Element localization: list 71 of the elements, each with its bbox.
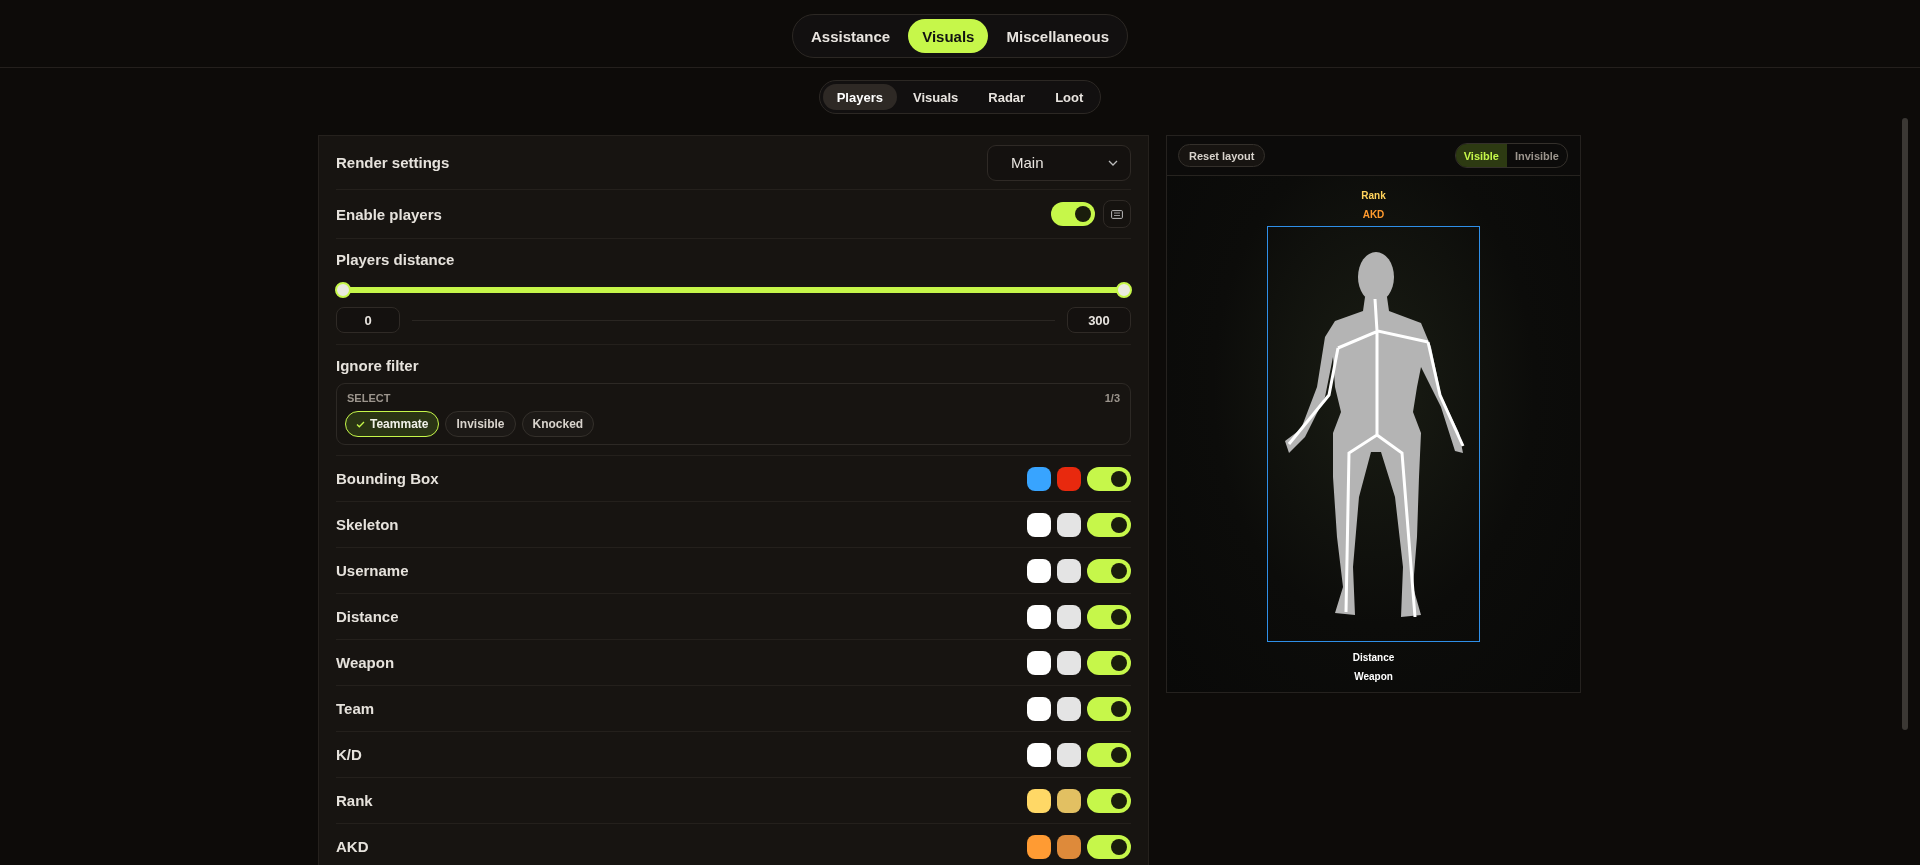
min-value-field[interactable]: 0 (336, 307, 400, 333)
chevron-down-icon (1108, 159, 1118, 166)
preview-label: Distance (1352, 651, 1395, 665)
select-caption: SELECT (347, 392, 391, 404)
max-value-field[interactable]: 300 (1067, 307, 1131, 333)
setting-label: Weapon (336, 654, 395, 671)
setting-label: Enable players (336, 205, 442, 223)
color-swatch[interactable] (1027, 558, 1051, 583)
toggle-switch[interactable] (1087, 696, 1131, 721)
preview-label: Rank (1361, 189, 1386, 203)
color-swatch[interactable] (1027, 650, 1051, 675)
setting-label: Bounding Box (336, 470, 439, 487)
scrollbar-thumb[interactable] (1902, 118, 1908, 730)
render-dropdown[interactable]: Main (987, 144, 1131, 181)
toggle-switch[interactable] (1087, 788, 1131, 813)
toggle-switch[interactable] (1087, 512, 1131, 537)
color-swatch[interactable] (1027, 604, 1051, 629)
color-swatch[interactable] (1057, 788, 1081, 813)
toggle-switch[interactable] (1087, 466, 1131, 491)
toggle-switch[interactable] (1087, 834, 1131, 859)
toggle-switch[interactable] (1087, 604, 1131, 629)
color-swatch[interactable] (1027, 696, 1051, 721)
color-swatch[interactable] (1057, 742, 1081, 767)
setting-label: Distance (336, 608, 399, 625)
color-swatch[interactable] (1057, 558, 1081, 583)
setting-label: K/D (336, 746, 362, 763)
preview-label: AKD (1362, 208, 1385, 222)
color-swatch[interactable] (1027, 466, 1051, 491)
slider-thumb[interactable] (335, 282, 351, 298)
sub-tab[interactable]: Loot (1041, 84, 1098, 110)
keyboard-icon (1111, 209, 1123, 219)
color-swatch[interactable] (1057, 650, 1081, 675)
sub-tab[interactable]: Visuals (898, 84, 973, 110)
check-icon (356, 420, 365, 428)
setting-label: Team (336, 700, 375, 717)
main-tab[interactable]: Visuals (908, 19, 989, 53)
reset-layout-button[interactable]: Reset layout (1178, 144, 1266, 167)
setting-label: Ignore filter (336, 357, 419, 374)
sub-tab[interactable]: Players (822, 84, 897, 110)
setting-label: Username (336, 562, 409, 579)
main-tab[interactable]: Miscellaneous (992, 19, 1123, 53)
color-swatch[interactable] (1027, 788, 1051, 813)
mode-tab[interactable]: Visible (1455, 144, 1507, 167)
color-swatch[interactable] (1057, 512, 1081, 537)
color-swatch[interactable] (1057, 696, 1081, 721)
filter-chip[interactable]: Teammate (345, 411, 440, 437)
preview-label: Weapon (1354, 670, 1393, 684)
main-tab[interactable]: Assistance (797, 19, 905, 53)
color-swatch[interactable] (1057, 834, 1081, 859)
range-slider[interactable] (335, 282, 1132, 298)
setting-label: Players distance (336, 251, 455, 268)
setting-label: Render settings (336, 154, 450, 171)
sub-tab[interactable]: Radar (974, 84, 1040, 110)
color-swatch[interactable] (1027, 834, 1051, 859)
filter-chip[interactable]: Invisible (445, 411, 516, 437)
filter-chip[interactable]: Knocked (521, 411, 595, 437)
setting-label: Skeleton (336, 516, 399, 533)
color-swatch[interactable] (1057, 466, 1081, 491)
setting-label: Rank (336, 792, 373, 809)
setting-label: AKD (336, 838, 369, 855)
color-swatch[interactable] (1057, 604, 1081, 629)
toggle-switch[interactable] (1087, 650, 1131, 675)
selection-count: 1/3 (1104, 392, 1120, 404)
toggle-switch[interactable] (1051, 202, 1095, 226)
toggle-switch[interactable] (1087, 558, 1131, 583)
color-swatch[interactable] (1027, 742, 1051, 767)
color-swatch[interactable] (1027, 512, 1051, 537)
keybind-button[interactable] (1103, 200, 1131, 228)
toggle-switch[interactable] (1087, 742, 1131, 767)
mode-tab[interactable]: Invisible (1506, 144, 1567, 167)
slider-thumb[interactable] (1116, 282, 1132, 298)
